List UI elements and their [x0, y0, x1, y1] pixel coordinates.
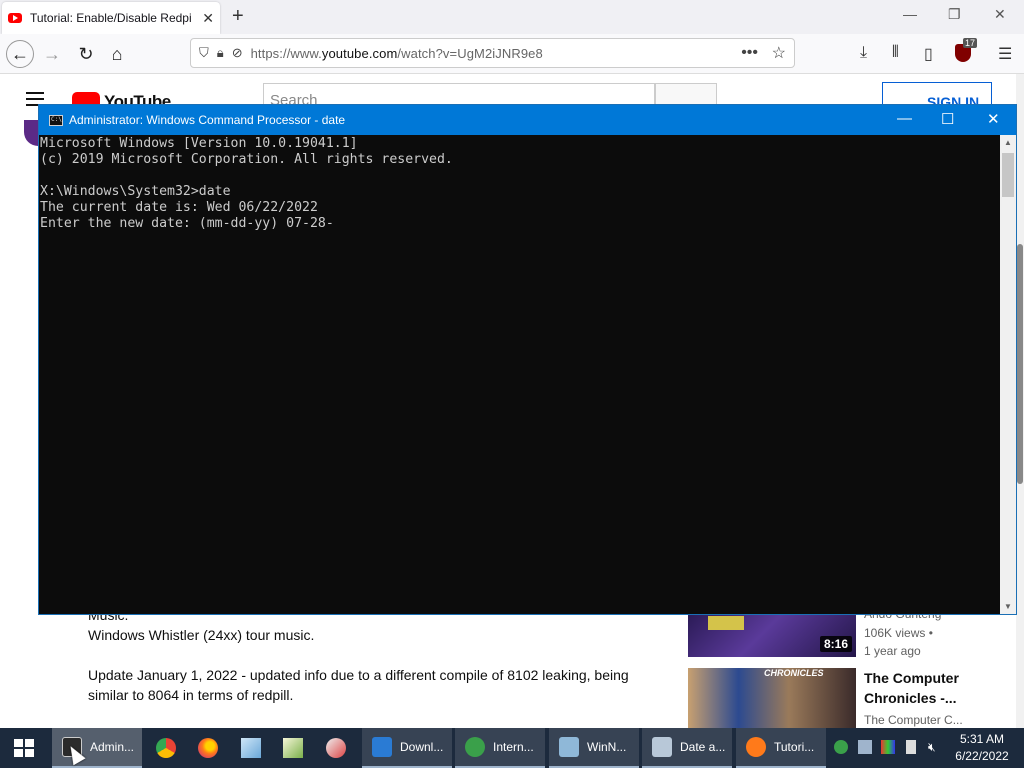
recommendation-views: 106K views • [864, 626, 933, 640]
cmd-titlebar[interactable]: Administrator: Windows Command Processor… [39, 105, 1016, 135]
cmd-window[interactable]: Administrator: Windows Command Processor… [38, 104, 1017, 615]
arrow-right-icon: → [43, 43, 61, 64]
tab-close-icon[interactable]: ✕ [202, 10, 214, 27]
editor-icon[interactable] [283, 738, 303, 758]
page-scrollbar[interactable] [1016, 74, 1024, 728]
recommendation-title[interactable]: The Computer [864, 668, 1014, 688]
console-line: ​ [40, 168, 1000, 184]
description-line: Windows Whistler (24xx) tour music. [88, 627, 315, 643]
back-button[interactable]: ← [6, 40, 34, 68]
cmd-scrollbar-thumb[interactable] [1002, 153, 1014, 197]
taskbar-item-downloads[interactable]: Downl... [362, 728, 452, 768]
cmd-scrollbar[interactable]: ▲ ▼ [1000, 135, 1016, 614]
sidebar-icon[interactable]: ▯ [924, 44, 933, 64]
recommendation-age: 1 year ago [864, 644, 921, 658]
console-line: X:\Windows\System32>date [40, 184, 231, 200]
chrome-icon[interactable] [156, 738, 176, 758]
browser-tab-strip: Tutorial: Enable/Disable Redpill ✕ + — ❐… [0, 0, 1024, 34]
hamburger-menu-icon[interactable]: ☰ [998, 44, 1012, 64]
downloads-icon[interactable]: ⤓ [860, 44, 867, 62]
console-output[interactable]: Microsoft Windows [Version 10.0.19041.1]… [39, 135, 1000, 614]
network-icon[interactable] [858, 740, 872, 754]
taskbar-item-label: Admin... [90, 740, 135, 754]
taskbar-item-winn[interactable]: WinN... [549, 728, 639, 768]
taskbar-item-date[interactable]: Date a... [642, 728, 732, 768]
shield-icon[interactable]: ⛉ [199, 45, 209, 61]
recommendation-channel[interactable]: The Computer C... [864, 711, 1014, 729]
cmd-window-icon[interactable] [49, 115, 63, 126]
url-text[interactable]: https://www.youtube.com/watch?v=UgM2iJNR… [251, 46, 543, 61]
page-actions-button[interactable]: ••• [741, 44, 758, 62]
thumbnail-brand-text: CHRONICLES [764, 668, 824, 678]
close-button[interactable]: ✕ [994, 6, 1006, 23]
forward-button[interactable]: → [38, 40, 66, 68]
address-bar[interactable]: ⛉ 🔒︎ ⊘ https://www.youtube.com/watch?v=U… [190, 38, 795, 68]
taskbar: Admin... Downl... Intern... WinN... Date… [0, 728, 1024, 768]
cmd-window-title: Administrator: Windows Command Processor… [69, 113, 346, 127]
cmd-maximize-button[interactable]: ☐ [941, 110, 954, 128]
clock-time: 5:31 AM [959, 732, 1005, 746]
lock-icon[interactable]: 🔒︎ [217, 45, 224, 61]
download-icon [372, 737, 392, 757]
home-button[interactable]: ⌂ [103, 40, 131, 68]
taskbar-item-label: Downl... [400, 740, 444, 754]
youtube-favicon-icon [8, 13, 22, 23]
browser-nav-bar: ← → ↻ ⌂ ⛉ 🔒︎ ⊘ https://www.youtube.com/w… [0, 34, 1024, 74]
reload-button[interactable]: ↻ [72, 40, 100, 68]
volume-muted-icon[interactable]: 🔇︎ [928, 740, 942, 754]
recommendation-thumbnail[interactable]: CHRONICLES [688, 668, 856, 728]
minimize-button[interactable]: — [903, 6, 917, 22]
taskbar-item-label: Intern... [493, 740, 534, 754]
console-line: (c) 2019 Microsoft Corporation. All righ… [40, 152, 453, 168]
taskbar-item-label: WinN... [587, 740, 627, 754]
cmd-minimize-button[interactable]: — [897, 110, 912, 127]
cmd-close-button[interactable]: ✕ [987, 110, 1000, 128]
display-icon[interactable] [881, 740, 895, 754]
tab-youtube-tutorial[interactable]: Tutorial: Enable/Disable Redpill ✕ [2, 2, 220, 34]
paint-icon[interactable] [326, 738, 346, 758]
extension-badge: 17 [963, 38, 978, 48]
library-icon[interactable]: ⫴ [892, 44, 899, 62]
description-paragraph: Update January 1, 2022 - updated info du… [88, 667, 629, 703]
permissions-icon[interactable]: ⊘ [232, 45, 243, 61]
usb-icon[interactable] [906, 740, 916, 754]
document-icon [559, 737, 579, 757]
taskbar-item-firefox-tutorial[interactable]: Tutori... [736, 728, 826, 768]
scroll-down-icon[interactable]: ▼ [1000, 602, 1016, 611]
new-tab-button[interactable]: + [232, 5, 244, 28]
home-icon: ⌂ [111, 43, 123, 64]
tray-app-icon[interactable] [834, 740, 848, 754]
video-duration: 8:16 [819, 636, 852, 652]
notepad-icon[interactable] [241, 738, 261, 758]
taskbar-clock[interactable]: 5:31 AM 6/22/2022 [948, 731, 1016, 765]
scrollbar-thumb[interactable] [1017, 244, 1023, 484]
taskbar-item-label: Tutori... [774, 740, 815, 754]
recommendation-title[interactable]: Chronicles -... [864, 688, 1014, 708]
recommendation-thumbnail[interactable]: 8:16 [688, 612, 856, 657]
taskbar-item-internet[interactable]: Intern... [455, 728, 545, 768]
console-line: Microsoft Windows [Version 10.0.19041.1] [40, 136, 358, 151]
clock-date: 6/22/2022 [955, 749, 1009, 763]
console-line: The current date is: Wed 06/22/2022 [40, 200, 318, 216]
bookmark-star-icon[interactable]: ☆ [772, 43, 786, 63]
restore-button[interactable]: ❐ [948, 6, 961, 23]
taskbar-item-label: Date a... [680, 740, 726, 754]
tab-title: Tutorial: Enable/Disable Redpill [30, 11, 192, 25]
start-button[interactable] [14, 739, 34, 757]
firefox-icon[interactable] [198, 738, 218, 758]
console-prompt-line[interactable]: Enter the new date: (mm-dd-yy) 07-28- [40, 216, 1000, 232]
scroll-up-icon[interactable]: ▲ [1000, 138, 1016, 147]
calendar-icon [652, 737, 672, 757]
globe-icon [465, 737, 485, 757]
firefox-icon [746, 737, 766, 757]
reload-icon: ↻ [78, 43, 94, 64]
arrow-left-icon: ← [11, 43, 29, 64]
